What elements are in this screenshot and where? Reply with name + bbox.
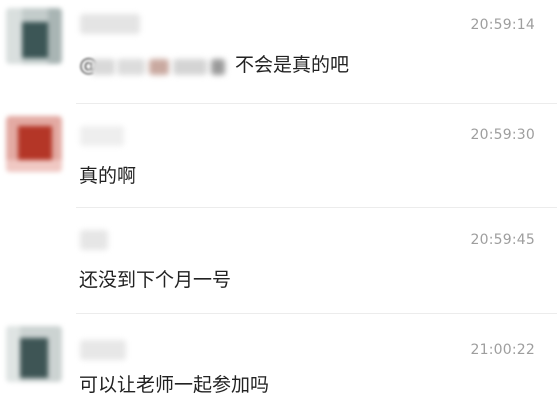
chat-message-list: 20:59:14 @ 不会是真的吧 20:59:30 真的啊 20:59:45 … [0,0,557,403]
message-body: 可以让老师一起参加吗 [79,374,270,396]
mention-tag[interactable]: @ [79,54,229,76]
avatar[interactable] [6,220,62,276]
sender-name [80,126,124,146]
message-text[interactable]: 还没到下个月一号 [79,265,231,292]
chat-message[interactable]: 20:59:30 真的啊 [0,104,557,208]
sender-name [80,340,126,360]
mention-name-redacted [211,58,225,75]
message-text[interactable]: @ 不会是真的吧 [79,50,349,77]
message-time: 20:59:30 [470,127,535,143]
mention-name-redacted [173,58,207,75]
sender-name [80,230,108,250]
avatar[interactable] [6,8,62,64]
message-body: 真的啊 [79,165,137,187]
chat-message[interactable]: 21:00:22 可以让老师一起参加吗 [0,314,557,403]
message-time: 21:00:22 [470,342,535,358]
message-body: 不会是真的吧 [235,54,350,76]
chat-message[interactable]: 20:59:14 @ 不会是真的吧 [0,0,557,100]
message-time: 20:59:14 [470,17,535,33]
avatar[interactable] [6,326,62,382]
mention-name-redacted [117,58,145,75]
mention-name-redacted [91,58,115,75]
message-time: 20:59:45 [470,232,535,248]
message-text[interactable]: 真的啊 [79,161,136,188]
avatar[interactable] [6,116,62,172]
chat-message[interactable]: 20:59:45 还没到下个月一号 [0,208,557,312]
message-text[interactable]: 可以让老师一起参加吗 [79,370,269,397]
sender-name [80,14,140,34]
message-body: 还没到下个月一号 [79,269,232,291]
mention-name-redacted [149,58,169,75]
